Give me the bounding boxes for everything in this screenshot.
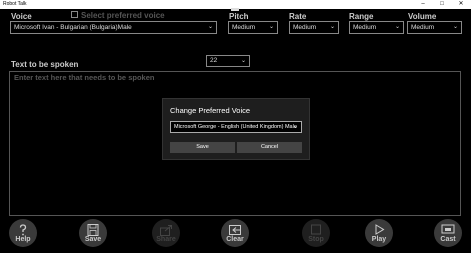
range-select[interactable]: Medium ⌄ bbox=[349, 21, 404, 34]
share-button[interactable]: Share bbox=[151, 219, 181, 253]
voice-select[interactable]: Microsoft Ivan - Bulgarian (Bulgaria)Mal… bbox=[10, 21, 217, 34]
save-label: Save bbox=[84, 236, 102, 243]
volume-select[interactable]: Medium ⌄ bbox=[407, 21, 462, 34]
help-label: Help bbox=[15, 236, 31, 243]
font-size-value: 22 bbox=[210, 57, 218, 64]
floppy-disk-icon bbox=[87, 224, 99, 236]
play-icon bbox=[375, 224, 385, 235]
cast-button[interactable]: Cast bbox=[433, 219, 463, 253]
cast-icon bbox=[441, 224, 455, 234]
volume-select-value: Medium bbox=[411, 24, 435, 31]
close-button[interactable]: ✕ bbox=[455, 0, 467, 9]
window-title: Robot Talk bbox=[3, 1, 27, 7]
minimize-button[interactable]: – bbox=[417, 0, 429, 9]
pitch-select[interactable]: Medium ⌄ bbox=[228, 21, 278, 34]
stop-icon bbox=[311, 224, 321, 235]
dialog-cancel-button[interactable]: Cancel bbox=[237, 142, 302, 153]
rate-select-value: Medium bbox=[293, 24, 317, 31]
clear-button[interactable]: Clear bbox=[220, 219, 250, 253]
voice-select-value: Microsoft Ivan - Bulgarian (Bulgaria)Mal… bbox=[14, 24, 132, 31]
clear-icon bbox=[229, 225, 241, 235]
change-preferred-voice-dialog: Change Preferred Voice Microsoft George … bbox=[162, 98, 310, 160]
maximize-button[interactable]: □ bbox=[436, 0, 448, 9]
speech-text-placeholder: Enter text here that needs to be spoken bbox=[14, 73, 155, 82]
share-label: Share bbox=[156, 236, 176, 243]
chevron-down-icon: ⌄ bbox=[394, 24, 400, 30]
preferred-voice-label: Select preferred voice bbox=[81, 11, 165, 20]
cast-label: Cast bbox=[440, 236, 456, 243]
chevron-down-icon: ⌄ bbox=[207, 24, 213, 30]
dialog-title: Change Preferred Voice bbox=[170, 106, 251, 115]
preferred-voice-select[interactable]: Microsoft George - English (United Kingd… bbox=[170, 121, 302, 133]
dialog-save-button[interactable]: Save bbox=[170, 142, 235, 153]
collapse-handle[interactable] bbox=[231, 8, 239, 11]
text-area-label: Text to be spoken bbox=[11, 60, 79, 69]
stop-button[interactable]: Stop bbox=[301, 219, 331, 253]
range-select-value: Medium bbox=[353, 24, 377, 31]
chevron-down-icon: ⌄ bbox=[329, 24, 335, 30]
share-icon bbox=[160, 225, 172, 236]
preferred-voice-value: Microsoft George - English (United Kingd… bbox=[174, 124, 297, 130]
play-button[interactable]: Play bbox=[364, 219, 394, 253]
play-label: Play bbox=[371, 236, 387, 243]
question-icon bbox=[19, 224, 27, 236]
preferred-voice-checkbox[interactable] bbox=[71, 11, 78, 18]
chevron-down-icon: ⌄ bbox=[292, 124, 298, 130]
font-size-select[interactable]: 22 ⌄ bbox=[206, 55, 250, 67]
save-button[interactable]: Save bbox=[78, 219, 108, 253]
help-button[interactable]: Help bbox=[8, 219, 38, 253]
clear-label: Clear bbox=[226, 236, 244, 243]
chevron-down-icon: ⌄ bbox=[240, 58, 246, 64]
rate-select[interactable]: Medium ⌄ bbox=[289, 21, 339, 34]
chevron-down-icon: ⌄ bbox=[452, 24, 458, 30]
stop-label: Stop bbox=[308, 236, 324, 243]
chevron-down-icon: ⌄ bbox=[268, 24, 274, 30]
pitch-select-value: Medium bbox=[232, 24, 256, 31]
